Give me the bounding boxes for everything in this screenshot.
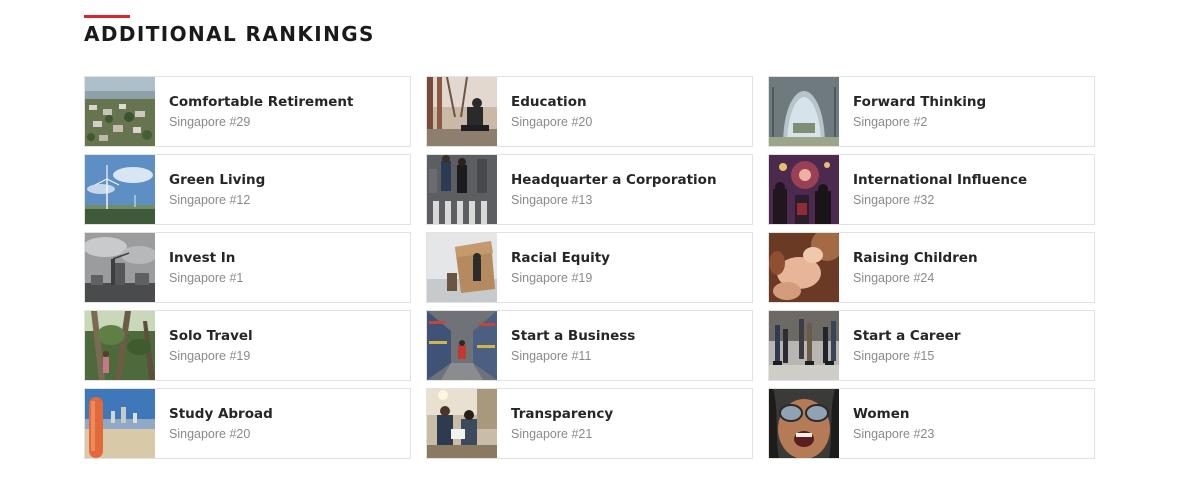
ranking-card-invest-in[interactable]: Invest In Singapore #1 [84,232,411,303]
fireworks-crowd-image [769,155,839,224]
ranking-position: Singapore #19 [511,271,593,285]
wind-turbine-image [85,155,155,224]
ranking-position: Singapore #12 [169,193,251,207]
ranking-name: Study Abroad [169,406,273,422]
protest-sign-image [427,233,497,302]
ranking-card-solo-travel[interactable]: Solo Travel Singapore #19 [84,310,411,381]
ranking-card-headquarter-a-corporation[interactable]: Headquarter a Corporation Singapore #13 [426,154,753,225]
beach-city-image [85,389,155,458]
ranking-name: Education [511,94,587,110]
jungle-trees-image [85,311,155,380]
ranking-card-transparency[interactable]: Transparency Singapore #21 [426,388,753,459]
smiling-woman-image [769,389,839,458]
ranking-card-raising-children[interactable]: Raising Children Singapore #24 [768,232,1095,303]
ranking-position: Singapore #13 [511,193,593,207]
office-meeting-image [427,389,497,458]
ranking-name: Invest In [169,250,236,266]
aerial-town-image [85,77,155,146]
ranking-position: Singapore #20 [511,115,593,129]
campus-statue-image [427,77,497,146]
ranking-position: Singapore #32 [853,193,935,207]
industrial-skyline-image [85,233,155,302]
section-title: ADDITIONAL RANKINGS [84,22,375,46]
rankings-grid: Comfortable Retirement Singapore #29 Edu… [84,76,1095,459]
ranking-position: Singapore #21 [511,427,593,441]
ranking-card-study-abroad[interactable]: Study Abroad Singapore #20 [84,388,411,459]
ranking-name: Raising Children [853,250,978,266]
ranking-name: Comfortable Retirement [169,94,354,110]
ranking-card-comfortable-retirement[interactable]: Comfortable Retirement Singapore #29 [84,76,411,147]
ranking-position: Singapore #23 [853,427,935,441]
ranking-position: Singapore #29 [169,115,251,129]
warehouse-aisle-image [427,311,497,380]
ranking-name: Women [853,406,910,422]
ranking-name: Forward Thinking [853,94,987,110]
ranking-position: Singapore #15 [853,349,935,363]
futuristic-building-image [769,77,839,146]
ranking-card-forward-thinking[interactable]: Forward Thinking Singapore #2 [768,76,1095,147]
child-hands-image [769,233,839,302]
ranking-card-education[interactable]: Education Singapore #20 [426,76,753,147]
ranking-card-start-a-business[interactable]: Start a Business Singapore #11 [426,310,753,381]
ranking-position: Singapore #24 [853,271,935,285]
ranking-name: Green Living [169,172,266,188]
ranking-card-start-a-career[interactable]: Start a Career Singapore #15 [768,310,1095,381]
ranking-position: Singapore #1 [169,271,244,285]
ranking-card-green-living[interactable]: Green Living Singapore #12 [84,154,411,225]
section-accent-bar [84,15,130,18]
ranking-position: Singapore #2 [853,115,928,129]
ranking-name: Transparency [511,406,614,422]
ranking-position: Singapore #19 [169,349,251,363]
ranking-name: Start a Career [853,328,961,344]
ranking-name: International Influence [853,172,1028,188]
ranking-card-racial-equity[interactable]: Racial Equity Singapore #19 [426,232,753,303]
ranking-card-international-influence[interactable]: International Influence Singapore #32 [768,154,1095,225]
ranking-card-women[interactable]: Women Singapore #23 [768,388,1095,459]
walking-legs-image [769,311,839,380]
ranking-position: Singapore #11 [511,349,592,363]
ranking-name: Racial Equity [511,250,610,266]
ranking-name: Start a Business [511,328,636,344]
ranking-position: Singapore #20 [169,427,251,441]
ranking-name: Headquarter a Corporation [511,172,717,188]
crosswalk-commuters-image [427,155,497,224]
ranking-name: Solo Travel [169,328,253,344]
